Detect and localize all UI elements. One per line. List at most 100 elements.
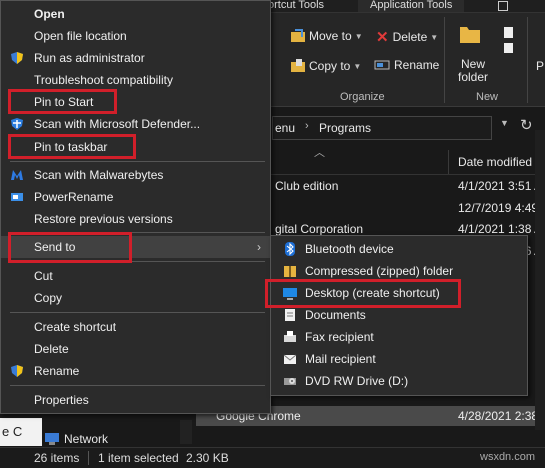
uac-shield-icon [11, 52, 23, 64]
new-item-icon[interactable] [502, 25, 518, 55]
file-date: 4/28/2021 2:38 AM [458, 409, 545, 423]
highlight-box-send-to [8, 232, 132, 263]
status-selected: 1 item selected [98, 451, 179, 465]
highlight-box-pin-to-start [8, 89, 117, 114]
nav-item-network[interactable]: Network [44, 432, 108, 446]
rename-icon [374, 60, 390, 70]
watermark-text: wsxdn.com [480, 451, 536, 463]
properties-ribbon-label[interactable]: P [536, 59, 544, 73]
delete-label: Delete [392, 30, 428, 44]
address-dropdown-icon[interactable]: ▼ [500, 118, 509, 128]
menu-item-open-file-location[interactable]: Open file location [1, 25, 271, 47]
menu-item-label: Copy [34, 291, 63, 305]
menu-item-label: Rename [34, 364, 80, 378]
refresh-icon[interactable]: ↻ [520, 116, 533, 134]
copy-to-label: Copy to [309, 59, 351, 73]
menu-item-label: PowerRename [34, 190, 114, 204]
group-new-label: New [476, 91, 499, 103]
highlight-box-desktop-shortcut [265, 279, 461, 308]
menu-item-scan-malwarebytes[interactable]: Scan with Malwarebytes [1, 164, 271, 186]
defender-shield-icon [11, 118, 23, 130]
chevron-down-icon: ▼ [354, 31, 363, 41]
context-menu: Open Open file location Run as administr… [0, 0, 271, 414]
rename-label: Rename [394, 58, 440, 72]
ribbon-divider [527, 17, 528, 103]
menu-item-scan-defender[interactable]: Scan with Microsoft Defender... [1, 113, 271, 135]
menu-item-powerrename[interactable]: PowerRename [1, 186, 271, 208]
nav-network-label: Network [64, 432, 109, 446]
column-date-modified[interactable]: Date modified [458, 155, 532, 169]
menu-item-create-shortcut[interactable]: Create shortcut [1, 316, 271, 338]
submenu-item-label: Bluetooth device [305, 242, 394, 256]
submenu-item-label: Fax recipient [305, 330, 374, 344]
copy-to-button[interactable]: Copy to ▼ [290, 58, 361, 74]
pane-splitter[interactable] [180, 420, 192, 444]
tab-shortcut-tools[interactable]: ortcut Tools [262, 0, 330, 12]
group-organize-label: Organize [340, 91, 385, 103]
ribbon-body: Move to ▼ Copy to ▼ ✕ Delete ▼ Rename Ne… [262, 13, 545, 107]
chevron-right-icon: › [257, 240, 261, 254]
menu-separator [10, 161, 265, 162]
window-control-icon[interactable] [498, 1, 508, 11]
network-icon [45, 433, 59, 445]
delete-button[interactable]: ✕ Delete ▼ [376, 28, 438, 46]
menu-item-delete[interactable]: Delete [1, 338, 271, 360]
submenu-item-bluetooth[interactable]: Bluetooth device [271, 238, 527, 260]
status-bar: 26 items 1 item selected 2.30 KB wsxdn.c… [0, 447, 545, 468]
column-divider [448, 150, 449, 174]
menu-item-cut[interactable]: Cut [1, 265, 271, 287]
uac-shield-icon [11, 365, 23, 377]
rename-button[interactable]: Rename [374, 58, 439, 72]
send-to-submenu: Bluetooth device Compressed (zipped) fol… [270, 235, 528, 396]
menu-item-open[interactable]: Open [1, 3, 271, 25]
move-to-button[interactable]: Move to ▼ [290, 28, 363, 44]
chevron-down-icon: ▼ [430, 32, 439, 42]
highlight-box-pin-to-taskbar [8, 134, 136, 159]
menu-item-label: Troubleshoot compatibility [34, 73, 173, 87]
delete-x-icon: ✕ [376, 29, 389, 46]
tab-application-tools[interactable]: Application Tools [358, 0, 465, 12]
breadcrumb-programs[interactable]: Programs [319, 121, 371, 135]
menu-item-run-as-administrator[interactable]: Run as administrator [1, 47, 271, 69]
menu-item-rename[interactable]: Rename [1, 360, 271, 382]
new-folder-label-2: folder [458, 70, 489, 84]
scrollbar[interactable] [535, 130, 545, 430]
fax-icon [284, 331, 296, 342]
sort-up-icon: ︿ [314, 147, 325, 159]
ribbon-tabs: ortcut Tools Application Tools [262, 0, 545, 13]
menu-item-label: Scan with Malwarebytes [34, 168, 164, 182]
menu-item-label: Delete [34, 342, 69, 356]
new-folder-button[interactable]: New folder [458, 58, 488, 84]
status-size: 2.30 KB [186, 451, 229, 465]
status-item-count: 26 items [34, 451, 80, 465]
address-bar[interactable]: enu › Programs [272, 116, 492, 140]
address-bar-row: enu › Programs ▼ ↻ [262, 114, 545, 140]
copy-to-icon [291, 59, 305, 72]
submenu-item-mail-recipient[interactable]: Mail recipient [271, 348, 527, 370]
menu-item-troubleshoot[interactable]: Troubleshoot compatibility [1, 69, 271, 91]
new-folder-icon[interactable] [458, 23, 482, 45]
left-edge-fragment: e C [0, 418, 42, 446]
bluetooth-icon [285, 242, 295, 256]
menu-item-label: Open [34, 7, 65, 21]
file-name[interactable]: Club edition [275, 177, 338, 195]
menu-item-properties[interactable]: Properties [1, 389, 271, 411]
zip-folder-icon [284, 266, 296, 277]
menu-item-copy[interactable]: Copy [1, 287, 271, 309]
ribbon-divider [444, 17, 445, 103]
submenu-item-label: DVD RW Drive (D:) [305, 374, 409, 388]
move-to-label: Move to [309, 29, 352, 43]
mail-icon [283, 354, 297, 364]
submenu-item-label: Mail recipient [305, 352, 376, 366]
menu-separator [10, 385, 265, 386]
submenu-item-fax-recipient[interactable]: Fax recipient [271, 326, 527, 348]
menu-item-restore-previous-versions[interactable]: Restore previous versions [1, 208, 271, 230]
file-date: 12/7/2019 4:49 AM [458, 201, 545, 215]
menu-item-label: Cut [34, 269, 53, 283]
breadcrumb-separator-icon: › [305, 120, 309, 132]
breadcrumb-start-menu[interactable]: enu [275, 121, 295, 135]
powerrename-icon [11, 193, 23, 201]
menu-item-label: Properties [34, 393, 89, 407]
submenu-item-dvd-drive[interactable]: DVD RW Drive (D:) [271, 370, 527, 392]
dvd-drive-icon [284, 378, 296, 385]
